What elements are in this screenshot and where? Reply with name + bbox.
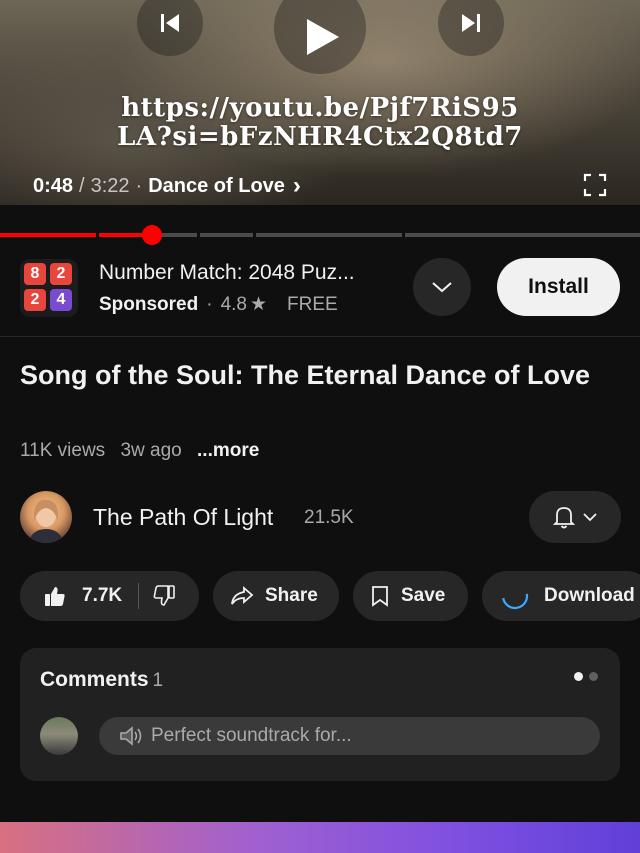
download-label: Download [544, 585, 635, 606]
time-row: 0:48 / 3:22 · Dance of Love › [33, 172, 301, 200]
fullscreen-icon[interactable] [583, 173, 607, 197]
upload-age: 3w ago [120, 440, 182, 461]
save-label: Save [401, 585, 446, 606]
download-spinner-icon [502, 593, 529, 610]
chapter-marker [197, 233, 200, 237]
logo-tile: 4 [50, 289, 72, 311]
logo-tile: 8 [24, 263, 46, 285]
like-count[interactable]: 7.7K [82, 585, 122, 607]
view-count: 11K views [20, 440, 106, 461]
comments-count: 1 [152, 670, 164, 691]
carousel-dot [589, 672, 598, 681]
chapter-marker [253, 233, 256, 237]
carousel-dot-active [574, 672, 583, 681]
speaker-icon [120, 726, 142, 746]
action-bar: 7.7K Share Save Download [20, 571, 640, 621]
progress-bar[interactable] [0, 225, 640, 245]
more-link[interactable]: ...more [197, 440, 259, 461]
chevron-down-icon [432, 282, 452, 293]
ad-title[interactable]: Number Match: 2048 Puz... [99, 261, 355, 285]
ad-app-logo: 8 2 2 4 [20, 259, 78, 317]
star-icon: ★ [249, 294, 268, 315]
comments-panel[interactable]: Comments 1 Perfect soundtrack for... [20, 648, 620, 781]
like-dislike-group: 7.7K [20, 571, 199, 621]
video-meta[interactable]: 11K views 3w ago ...more [20, 440, 269, 462]
avatar-portrait [28, 499, 64, 543]
overlay-url-line-1: https://youtu.be/Pjf7RiS95 [121, 93, 519, 123]
previous-button[interactable] [137, 0, 203, 56]
chapter-title[interactable]: Dance of Love [148, 175, 285, 198]
save-button[interactable]: Save [353, 571, 468, 621]
logo-tile: 2 [24, 289, 46, 311]
comments-heading: Comments [40, 668, 149, 691]
chapter-dot: · [135, 174, 143, 197]
download-button[interactable]: Download [482, 571, 640, 621]
chapter-marker [96, 233, 99, 237]
commenter-avatar [40, 717, 78, 755]
install-button[interactable]: Install [497, 258, 620, 316]
play-button[interactable] [274, 0, 366, 74]
carousel-dots [574, 672, 598, 681]
bell-icon [552, 507, 576, 529]
duration: 3:22 [90, 174, 130, 197]
logo-tile: 2 [50, 263, 72, 285]
ad-expand-button[interactable] [413, 258, 471, 316]
thumbs-down-icon[interactable] [153, 585, 175, 607]
comment-preview[interactable]: Perfect soundtrack for... [99, 717, 600, 755]
like-divider [138, 583, 140, 609]
chevron-down-icon [583, 513, 597, 522]
progress-fill [0, 233, 152, 237]
share-label: Share [265, 585, 318, 606]
ad-price: FREE [287, 293, 338, 315]
previous-icon [161, 14, 179, 32]
subscriber-count: 21.5K [304, 507, 354, 528]
next-icon [462, 14, 480, 32]
ad-meta: Sponsored · 4.8 ★ FREE [99, 293, 338, 316]
ad-rating: 4.8 [220, 293, 247, 315]
chapter-chevron-icon[interactable]: › [293, 172, 301, 200]
share-button[interactable]: Share [213, 571, 339, 621]
share-icon [231, 586, 254, 605]
comment-preview-text: Perfect soundtrack for... [151, 725, 352, 746]
video-title[interactable]: Song of the Soul: The Eternal Dance of L… [20, 358, 600, 392]
next-button[interactable] [438, 0, 504, 56]
time-separator: / [79, 174, 85, 197]
channel-avatar[interactable] [20, 491, 72, 543]
ad-dot: · [206, 293, 213, 315]
sponsored-label: Sponsored [99, 293, 199, 315]
thumbs-up-icon[interactable] [44, 585, 66, 607]
channel-name[interactable]: The Path Of Light [93, 504, 273, 531]
current-time: 0:48 [33, 174, 74, 197]
bookmark-icon [372, 586, 388, 607]
video-player[interactable]: https://youtu.be/Pjf7RiS95 LA?si=bFzNHR4… [0, 0, 640, 205]
bottom-banner [0, 822, 640, 853]
notifications-button[interactable] [529, 491, 621, 543]
comments-heading-row: Comments 1 [40, 668, 163, 692]
chapter-marker [402, 233, 405, 237]
overlay-url-line-2: LA?si=bFzNHR4Ctx2Q8td7 [117, 122, 523, 152]
video-overlay-text: https://youtu.be/Pjf7RiS95 LA?si=bFzNHR4… [0, 94, 640, 152]
play-icon [307, 19, 339, 55]
